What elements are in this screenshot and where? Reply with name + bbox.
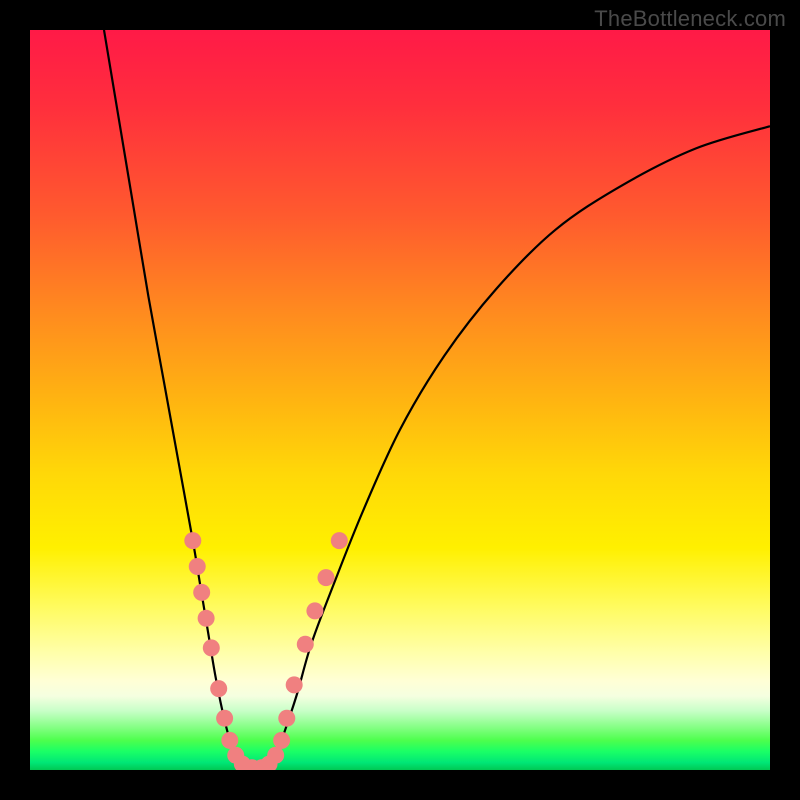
marker-dot — [273, 732, 290, 749]
marker-group — [184, 532, 348, 770]
marker-dot — [193, 584, 210, 601]
marker-dot — [297, 636, 314, 653]
marker-dot — [184, 532, 201, 549]
marker-dot — [267, 747, 284, 764]
curve-group — [104, 30, 770, 770]
curve-svg — [30, 30, 770, 770]
marker-dot — [306, 602, 323, 619]
marker-dot — [210, 680, 227, 697]
marker-dot — [331, 532, 348, 549]
marker-dot — [216, 710, 233, 727]
chart-frame: TheBottleneck.com — [0, 0, 800, 800]
marker-dot — [203, 639, 220, 656]
curve-right-path — [274, 126, 770, 762]
marker-dot — [189, 558, 206, 575]
plot-area — [30, 30, 770, 770]
marker-dot — [221, 732, 238, 749]
watermark-text: TheBottleneck.com — [594, 6, 786, 32]
marker-dot — [198, 610, 215, 627]
marker-dot — [278, 710, 295, 727]
marker-dot — [286, 676, 303, 693]
marker-dot — [318, 569, 335, 586]
